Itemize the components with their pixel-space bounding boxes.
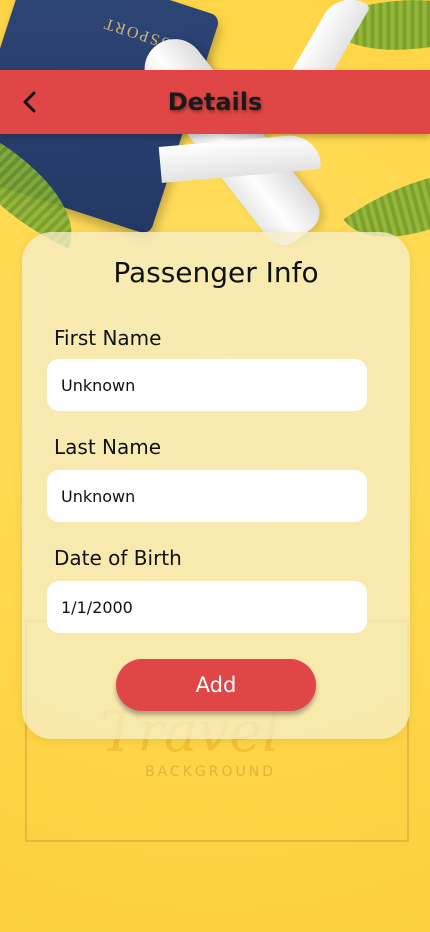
passenger-info-card: Passenger Info First Name Last Name Date… [22, 232, 410, 739]
card-title: Passenger Info [113, 256, 319, 289]
last-name-input[interactable] [47, 470, 367, 522]
first-name-label: First Name [54, 326, 162, 350]
first-name-input[interactable] [47, 359, 367, 411]
chevron-left-icon [23, 91, 36, 113]
background-logo-caption: BACKGROUND [145, 764, 276, 780]
add-button[interactable]: Add [116, 659, 316, 711]
back-button[interactable] [12, 84, 48, 120]
last-name-label: Last Name [54, 435, 162, 459]
app-header: Details [0, 70, 430, 134]
airplane-wing-image [158, 133, 322, 183]
page-title: Details [167, 88, 263, 116]
date-of-birth-label: Date of Birth [54, 546, 182, 570]
date-of-birth-input[interactable] [47, 581, 367, 633]
